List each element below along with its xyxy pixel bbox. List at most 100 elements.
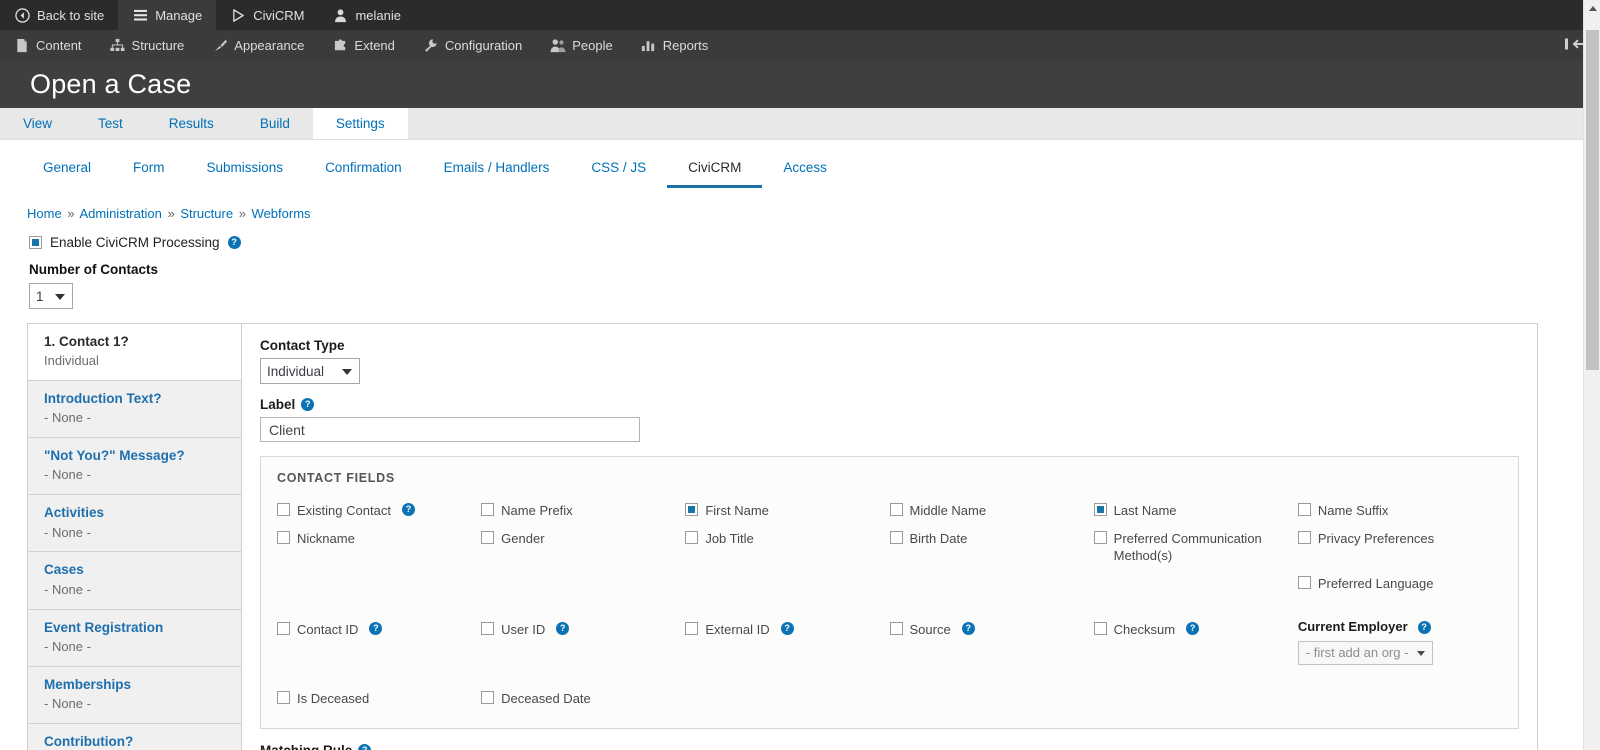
subtab-access[interactable]: Access <box>762 150 848 188</box>
sidebar-item-activities[interactable]: Activities - None - <box>28 495 241 553</box>
tab-view[interactable]: View <box>0 108 75 139</box>
checkbox[interactable] <box>1093 530 1107 544</box>
checkbox[interactable] <box>277 503 290 516</box>
subtab-label: Form <box>133 160 165 175</box>
checkbox[interactable] <box>685 530 699 544</box>
field-contact-id[interactable]: Contact ID ? <box>277 597 481 670</box>
admin-item-user-melanie[interactable]: melanie <box>318 0 415 30</box>
menu-item-people[interactable]: People <box>536 30 626 60</box>
checkbox[interactable] <box>889 530 903 544</box>
field-first-name[interactable]: First Name <box>685 497 889 525</box>
help-icon[interactable]: ? <box>556 622 570 636</box>
tab-test[interactable]: Test <box>75 108 146 139</box>
sidebar-item-contribution[interactable]: Contribution? - None - <box>28 723 241 750</box>
field-middle-name[interactable]: Middle Name <box>889 497 1094 525</box>
sidebar-item-cases[interactable]: Cases - None - <box>28 552 241 610</box>
field-name-suffix[interactable]: Name Suffix <box>1297 497 1502 525</box>
subtab-css-js[interactable]: CSS / JS <box>570 150 667 188</box>
sidebar-item-event-registration[interactable]: Event Registration - None - <box>28 609 241 667</box>
admin-item-back-to-site[interactable]: Back to site <box>0 0 118 30</box>
menu-item-appearance[interactable]: Appearance <box>198 30 318 60</box>
number-of-contacts-select[interactable]: 1 <box>29 283 73 309</box>
menu-item-extend[interactable]: Extend <box>318 30 408 60</box>
subtab-emails-handlers[interactable]: Emails / Handlers <box>423 150 571 188</box>
checkbox[interactable] <box>481 690 495 704</box>
help-icon[interactable]: ? <box>358 744 372 750</box>
checkbox[interactable] <box>1297 530 1311 544</box>
checkbox[interactable] <box>277 530 290 544</box>
admin-item-civicrm[interactable]: CiviCRM <box>216 0 318 30</box>
field-last-name[interactable]: Last Name <box>1093 497 1298 525</box>
field-label: Privacy Preferences <box>1317 530 1435 546</box>
field-external-id[interactable]: External ID ? <box>685 597 889 670</box>
field-source[interactable]: Source ? <box>889 597 1094 670</box>
help-icon[interactable]: ? <box>1417 621 1431 635</box>
checkbox[interactable] <box>1093 622 1107 636</box>
field-privacy-preferences[interactable]: Privacy Preferences <box>1297 525 1502 570</box>
checkbox[interactable] <box>481 622 495 636</box>
field-nickname[interactable]: Nickname <box>277 525 481 570</box>
label-input[interactable] <box>260 417 640 442</box>
checkbox[interactable] <box>481 530 495 544</box>
breadcrumb-item-webforms[interactable]: Webforms <box>252 206 311 221</box>
matching-rule-label-row: Matching Rule ? <box>260 743 1519 750</box>
help-icon[interactable]: ? <box>1186 622 1200 636</box>
checkbox[interactable] <box>481 503 495 516</box>
field-deceased-date[interactable]: Deceased Date <box>481 670 685 713</box>
checkbox[interactable] <box>1093 503 1107 516</box>
field-job-title[interactable]: Job Title <box>685 525 889 570</box>
menu-item-content[interactable]: Content <box>0 30 96 60</box>
field-existing-contact[interactable]: Existing Contact ? <box>277 497 481 525</box>
subtab-submissions[interactable]: Submissions <box>186 150 305 188</box>
menu-item-configuration[interactable]: Configuration <box>409 30 536 60</box>
field-checksum[interactable]: Checksum ? <box>1093 597 1298 670</box>
subtab-form[interactable]: Form <box>112 150 186 188</box>
menu-item-reports[interactable]: Reports <box>627 30 723 60</box>
tab-settings[interactable]: Settings <box>312 108 408 139</box>
field-is-deceased[interactable]: Is Deceased <box>277 670 481 713</box>
checkbox[interactable] <box>685 503 699 516</box>
contact-type-select[interactable]: Individual <box>260 358 360 384</box>
field-preferred-language[interactable]: Preferred Language <box>1297 570 1502 598</box>
help-icon[interactable]: ? <box>227 236 241 249</box>
checkbox[interactable] <box>889 622 903 636</box>
breadcrumb-item-home[interactable]: Home <box>27 206 62 221</box>
field-preferred-communication-methods[interactable]: Preferred Communication Method(s) <box>1093 525 1298 570</box>
help-icon[interactable]: ? <box>780 622 794 636</box>
checkbox[interactable] <box>685 622 699 636</box>
checkbox[interactable] <box>1297 503 1311 516</box>
sidebar-item-memberships[interactable]: Memberships - None - <box>28 666 241 724</box>
enable-civicrm-processing-checkbox[interactable] <box>29 236 42 249</box>
subtab-civicrm[interactable]: CiviCRM <box>667 150 763 188</box>
field-birth-date[interactable]: Birth Date <box>889 525 1094 570</box>
subtab-label: CSS / JS <box>591 160 647 175</box>
checkbox[interactable] <box>277 690 290 704</box>
sidebar-item-subtitle: - None - <box>44 524 91 540</box>
tab-results[interactable]: Results <box>146 108 237 139</box>
scroll-up-arrow-icon[interactable] <box>1584 0 1600 17</box>
sidebar-item-introduction-text[interactable]: Introduction Text? - None - <box>28 381 241 439</box>
scrollbar-thumb[interactable] <box>1586 30 1599 370</box>
checkbox[interactable] <box>889 503 903 516</box>
checkbox[interactable] <box>277 622 290 636</box>
breadcrumb-item-administration[interactable]: Administration <box>79 206 161 221</box>
field-gender[interactable]: Gender <box>481 525 685 570</box>
tab-build[interactable]: Build <box>237 108 313 139</box>
admin-item-manage[interactable]: Manage <box>118 0 217 30</box>
current-employer-select[interactable]: - first add an org - <box>1297 640 1434 665</box>
sidebar-item-contact-1[interactable]: 1. Contact 1? Individual <box>28 324 241 382</box>
help-icon[interactable]: ? <box>301 398 315 411</box>
checkbox[interactable] <box>1297 575 1311 589</box>
breadcrumb-item-structure[interactable]: Structure <box>180 206 233 221</box>
sidebar-item-not-you-message[interactable]: "Not You?" Message? - None - <box>28 438 241 496</box>
subtab-general[interactable]: General <box>22 150 112 188</box>
help-icon[interactable]: ? <box>369 622 383 636</box>
menu-item-structure[interactable]: Structure <box>96 30 199 60</box>
help-icon[interactable]: ? <box>961 622 975 636</box>
subtab-confirmation[interactable]: Confirmation <box>304 150 423 188</box>
page-scrollbar[interactable] <box>1583 0 1600 750</box>
field-name-prefix[interactable]: Name Prefix <box>481 497 685 525</box>
help-icon[interactable]: ? <box>401 503 415 516</box>
field-label: Last Name <box>1113 503 1177 518</box>
field-user-id[interactable]: User ID ? <box>481 597 685 670</box>
